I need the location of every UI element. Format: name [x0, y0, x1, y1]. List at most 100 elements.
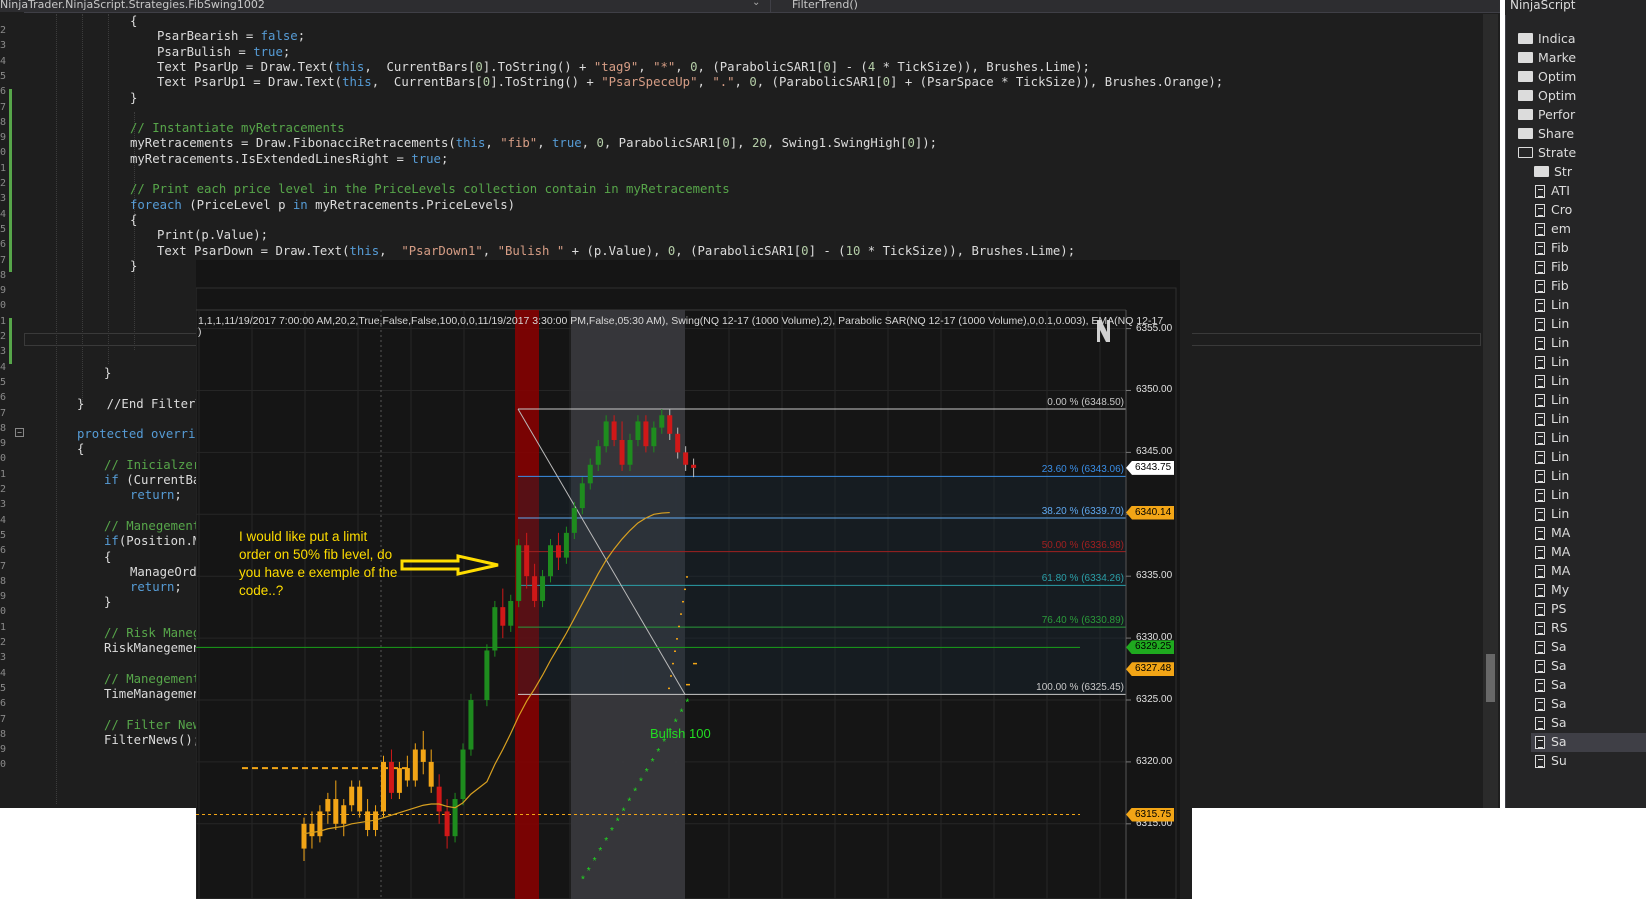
method-dropdown[interactable]: [770, 0, 1500, 12]
code-line[interactable]: {: [104, 549, 111, 565]
tree-item[interactable]: Fib: [1531, 258, 1646, 277]
tree-item-label: Cro: [1551, 202, 1573, 217]
line-number: 1: [0, 468, 7, 480]
tree-item[interactable]: Indica: [1515, 30, 1646, 49]
code-line[interactable]: return;: [130, 579, 182, 595]
code-line[interactable]: {: [130, 13, 137, 29]
line-number: 8: [0, 728, 7, 740]
code-line[interactable]: }: [104, 594, 111, 610]
tree-item[interactable]: PS: [1531, 600, 1646, 619]
chart-panel[interactable]: * * * * * * * * * * * * * * * * * * * 1,1,1,11/19/2017 7:0…: [196, 260, 1192, 899]
tree-item[interactable]: Optim: [1515, 87, 1646, 106]
folder-icon: [1518, 90, 1533, 101]
code-line[interactable]: PsarBulish = true;: [157, 44, 290, 60]
tree-item[interactable]: My: [1531, 581, 1646, 600]
code-line[interactable]: myRetracements.IsExtendedLinesRight = tr…: [130, 151, 448, 167]
change-marker: [9, 318, 12, 364]
tree-item[interactable]: Marke: [1515, 49, 1646, 68]
tree-item[interactable]: Lin: [1531, 467, 1646, 486]
class-breadcrumb[interactable]: NinjaTrader.NinjaScript.Strategies.FibSw…: [0, 0, 265, 11]
document-icon: [1535, 318, 1545, 331]
editor-scrollbar[interactable]: [1483, 14, 1498, 808]
code-line[interactable]: myRetracements = Draw.FibonacciRetraceme…: [130, 135, 937, 151]
code-line[interactable]: // Manegement: [104, 518, 200, 534]
tree-item[interactable]: Sa: [1531, 695, 1646, 714]
document-icon: [1535, 432, 1545, 445]
tree-item[interactable]: Sa: [1531, 657, 1646, 676]
tree-item[interactable]: MA: [1531, 562, 1646, 581]
code-line[interactable]: Text PsarUp1 = Draw.Text(this, CurrentBa…: [157, 74, 1223, 90]
code-line[interactable]: RiskManegement: [104, 640, 208, 656]
code-line[interactable]: }: [104, 365, 111, 381]
collapse-icon[interactable]: −: [15, 428, 24, 438]
code-line[interactable]: // Inicialzer: [104, 457, 200, 473]
tree-item[interactable]: Lin: [1531, 353, 1646, 372]
tree-item[interactable]: Perfor: [1515, 106, 1646, 125]
code-line[interactable]: // Risk Manege: [104, 625, 208, 641]
candle-body: [420, 749, 426, 762]
candle-body: [571, 508, 577, 533]
tree-item[interactable]: Lin: [1531, 334, 1646, 353]
tree-item[interactable]: Lin: [1531, 315, 1646, 334]
tree-item[interactable]: Lin: [1531, 372, 1646, 391]
tree-item[interactable]: em: [1531, 220, 1646, 239]
tree-item[interactable]: Sa: [1531, 733, 1646, 752]
code-line[interactable]: TimeManagement: [104, 686, 208, 702]
code-line[interactable]: if (CurrentBar: [104, 472, 208, 488]
psar-star: *: [587, 866, 591, 877]
tree-item-label: My: [1551, 582, 1570, 597]
editor-navigation-bar: NinjaTrader.NinjaScript.Strategies.FibSw…: [0, 0, 1500, 13]
tree-item[interactable]: MA: [1531, 524, 1646, 543]
candle-body: [317, 811, 323, 837]
code-line[interactable]: {: [77, 441, 84, 457]
tree-item[interactable]: Strate: [1515, 144, 1646, 163]
code-line[interactable]: // Filter News: [104, 717, 208, 733]
method-name[interactable]: FilterTrend(): [792, 0, 858, 11]
tree-item[interactable]: Share: [1515, 125, 1646, 144]
code-line[interactable]: ManageOrde: [130, 564, 204, 580]
code-line[interactable]: PsarBearish = false;: [157, 28, 305, 44]
tree-item[interactable]: ATI: [1531, 182, 1646, 201]
tree-item[interactable]: Lin: [1531, 505, 1646, 524]
psar-star: *: [651, 757, 655, 768]
tree-item-label: Lin: [1551, 430, 1570, 445]
code-line[interactable]: }: [130, 90, 137, 106]
scrollbar-thumb[interactable]: [1486, 654, 1495, 702]
tree-item[interactable]: Sa: [1531, 676, 1646, 695]
line-number: 8: [0, 116, 7, 128]
tree-item[interactable]: Sa: [1531, 638, 1646, 657]
tree-item[interactable]: Lin: [1531, 429, 1646, 448]
tree-item[interactable]: Lin: [1531, 410, 1646, 429]
tree-item[interactable]: Fib: [1531, 239, 1646, 258]
code-line[interactable]: if(Position.Ma: [104, 533, 208, 549]
tree-item[interactable]: Lin: [1531, 391, 1646, 410]
code-line[interactable]: foreach (PriceLevel p in myRetracements.…: [130, 197, 515, 213]
code-line[interactable]: Text PsarDown = Draw.Text(this, "PsarDow…: [157, 243, 1075, 259]
document-icon: [1535, 546, 1545, 559]
tree-item[interactable]: Sa: [1531, 714, 1646, 733]
chevron-down-icon[interactable]: ⌄: [752, 0, 760, 8]
tree-item[interactable]: Cro: [1531, 201, 1646, 220]
code-line[interactable]: // Manegement: [104, 671, 200, 687]
code-line[interactable]: // Instantiate myRetracements: [130, 120, 345, 136]
tree-item[interactable]: Lin: [1531, 486, 1646, 505]
code-line[interactable]: // Print each price level in the PriceLe…: [130, 181, 730, 197]
tree-item[interactable]: Lin: [1531, 296, 1646, 315]
code-line[interactable]: return;: [130, 487, 182, 503]
code-line[interactable]: } //End FilterTr: [77, 396, 210, 412]
tree-item[interactable]: Str: [1531, 163, 1646, 182]
code-line[interactable]: FilterNews();: [104, 732, 200, 748]
code-line[interactable]: }: [130, 258, 137, 274]
tree-item[interactable]: Su: [1531, 752, 1646, 771]
tree-item[interactable]: Optim: [1515, 68, 1646, 87]
code-line[interactable]: Text PsarUp = Draw.Text(this, CurrentBar…: [157, 59, 1090, 75]
code-line[interactable]: {: [130, 212, 137, 228]
tree-item[interactable]: Fib: [1531, 277, 1646, 296]
code-line[interactable]: Print(p.Value);: [157, 227, 268, 243]
line-number: 6: [0, 239, 7, 251]
tree-item[interactable]: Lin: [1531, 448, 1646, 467]
tree-item-label: Sa: [1551, 696, 1567, 711]
tree-item[interactable]: RS: [1531, 619, 1646, 638]
code-line[interactable]: protected override: [77, 426, 210, 442]
tree-item[interactable]: MA: [1531, 543, 1646, 562]
